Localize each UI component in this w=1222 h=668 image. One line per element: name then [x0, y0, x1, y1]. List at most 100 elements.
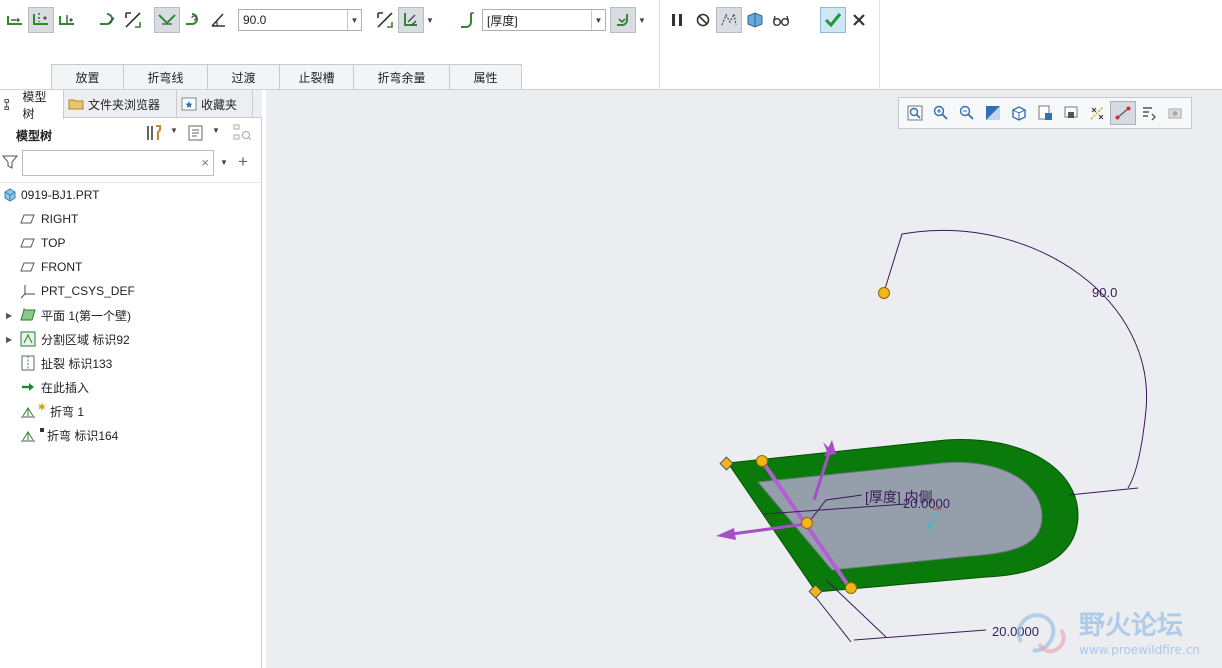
watermark: 野火论坛 www.proewildfire.cn: [1011, 602, 1216, 664]
chevron-down-icon[interactable]: ▼: [212, 126, 220, 135]
zoom-in-icon[interactable]: [928, 101, 954, 125]
bottom-dim-line: [853, 629, 987, 641]
ribbon: 90.0 ▼ ▼ [厚度] ▼ ▼ 放置 折弯线 过渡 止裂槽 折弯余量 属性: [0, 0, 1222, 90]
tree-item-top[interactable]: TOP: [0, 231, 262, 255]
tree-item-insert-here[interactable]: 在此插入: [0, 375, 262, 399]
bend-angle-type-icon[interactable]: [154, 7, 180, 33]
cancel-x-icon[interactable]: [846, 7, 872, 33]
tree-search-input[interactable]: ×: [22, 150, 214, 176]
filter-funnel-icon[interactable]: [1, 153, 19, 174]
chevron-down-icon[interactable]: ▼: [636, 7, 648, 33]
tab-placement[interactable]: 放置: [51, 64, 124, 89]
drag-handle: [845, 582, 857, 594]
bend-line-icon[interactable]: [28, 7, 54, 33]
refit-icon[interactable]: [902, 101, 928, 125]
bend-angle-combo[interactable]: 90.0 ▼: [238, 9, 362, 31]
tab-relief[interactable]: 止裂槽: [279, 64, 354, 89]
radius-icon[interactable]: [454, 7, 480, 33]
graphics-canvas[interactable]: 90.0 [厚度] 内侧 20.0000 20.0000 野火论坛 www.pr…: [266, 90, 1222, 668]
annotation-display-icon[interactable]: [1110, 101, 1136, 125]
tab-bend-allowance[interactable]: 折弯余量: [353, 64, 450, 89]
bend-icon: [20, 427, 36, 443]
simulation-display-icon[interactable]: [1162, 101, 1188, 125]
tab-bend-line[interactable]: 折弯线: [123, 64, 208, 89]
expand-arrow-icon[interactable]: ▶: [6, 335, 14, 344]
dimension-bend-icon[interactable]: [398, 7, 424, 33]
add-filter-icon[interactable]: +: [238, 152, 248, 172]
repaint-icon[interactable]: [980, 101, 1006, 125]
tree-item-flat-wall[interactable]: ▶ 平面 1(第一个壁): [0, 303, 262, 327]
clear-search-icon[interactable]: ×: [201, 155, 209, 170]
chevron-down-icon[interactable]: ▼: [170, 126, 178, 135]
bend-side-icon[interactable]: [94, 7, 120, 33]
tree-item-label: 折弯 标识164: [47, 428, 119, 443]
model-tree: 0919-BJ1.PRT RIGHT TOP FRONT PRT_CSYS_DE…: [0, 182, 262, 443]
action-group: [664, 6, 794, 34]
bend-center-icon[interactable]: [54, 7, 80, 33]
ribbon-separator: [879, 0, 880, 90]
pause-icon[interactable]: [664, 7, 690, 33]
tree-item-split-area[interactable]: ▶ 分割区域 标识92: [0, 327, 262, 351]
tree-item-front[interactable]: FRONT: [0, 255, 262, 279]
zoom-out-icon[interactable]: [954, 101, 980, 125]
ok-check-icon[interactable]: [820, 7, 846, 33]
flip-side-icon[interactable]: [372, 7, 398, 33]
watermark-title: 野火论坛: [1079, 611, 1183, 641]
datum-plane-icon: [20, 235, 36, 251]
tab-model-tree[interactable]: 模型树: [0, 90, 64, 121]
bend-radius-combo[interactable]: [厚度] ▼: [482, 9, 606, 31]
radius-side-icon[interactable]: [610, 7, 636, 33]
bend-angle-group: [154, 6, 232, 34]
tree-item-right[interactable]: RIGHT: [0, 207, 262, 231]
angle-measure-icon[interactable]: [206, 7, 232, 33]
tab-properties[interactable]: 属性: [449, 64, 522, 89]
expand-arrow-icon[interactable]: ▶: [6, 311, 14, 320]
tab-favorites[interactable]: 收藏夹: [177, 90, 253, 118]
folder-icon: [68, 99, 84, 110]
angle-dim-leg: [883, 231, 917, 293]
flat-wall-icon: [20, 307, 36, 323]
tree-item-part[interactable]: 0919-BJ1.PRT: [0, 183, 262, 207]
model-tree-panel: 模型树 文件夹浏览器 收藏夹 模型树 ▼ ▼ × ▼ + 0919-BJ1.PR…: [0, 90, 262, 668]
tree-item-csys[interactable]: PRT_CSYS_DEF: [0, 279, 262, 303]
split-area-icon: [20, 331, 36, 347]
saved-views-icon[interactable]: [1032, 101, 1058, 125]
roll-bend-icon[interactable]: [180, 7, 206, 33]
new-feature-star-icon: ✱: [38, 402, 46, 412]
tree-item-rip[interactable]: 扯裂 标识133: [0, 351, 262, 375]
verify-glasses-icon[interactable]: [768, 7, 794, 33]
chevron-down-icon[interactable]: ▼: [424, 7, 436, 33]
settings-tools-icon[interactable]: [144, 123, 164, 146]
tree-filter-icon[interactable]: [232, 123, 252, 146]
bend-edge-icon[interactable]: [2, 7, 28, 33]
tab-transition[interactable]: 过渡: [207, 64, 280, 89]
spin-center-icon[interactable]: [1136, 101, 1162, 125]
chevron-down-icon[interactable]: ▼: [591, 10, 605, 30]
tree-item-bend-164[interactable]: 折弯 标识164: [0, 423, 262, 447]
tree-item-label: RIGHT: [41, 212, 79, 226]
tab-folder-browser[interactable]: 文件夹浏览器: [64, 90, 177, 118]
bend-angle-value: 90.0: [243, 13, 267, 27]
chevron-down-icon[interactable]: ▼: [347, 10, 361, 30]
flip-direction-icon[interactable]: [120, 7, 146, 33]
tree-title: 模型树: [16, 129, 53, 143]
drag-handle: [878, 287, 890, 299]
display-style-icon[interactable]: [1006, 101, 1032, 125]
no-preview-icon[interactable]: [690, 7, 716, 33]
tree-item-label: TOP: [41, 236, 66, 250]
tree-item-label: 扯裂 标识133: [41, 356, 113, 371]
datum-plane-icon: [20, 259, 36, 275]
datum-display-icon[interactable]: [1084, 101, 1110, 125]
bend-type-group: [94, 6, 146, 34]
chevron-down-icon[interactable]: ▼: [220, 158, 228, 167]
part-icon: [2, 187, 18, 203]
preview-feature-icon[interactable]: [742, 7, 768, 33]
tree-item-label: 分割区域 标识92: [41, 332, 130, 347]
view-manager-icon[interactable]: [1058, 101, 1084, 125]
tree-item-label: 在此插入: [41, 380, 90, 395]
preview-geometry-icon[interactable]: [716, 7, 742, 33]
show-list-icon[interactable]: [186, 123, 206, 146]
thickness-group: [厚度] ▼: [454, 6, 606, 34]
tree-item-bend-1[interactable]: ✱ 折弯 1: [0, 399, 262, 423]
ribbon-separator: [659, 0, 660, 90]
